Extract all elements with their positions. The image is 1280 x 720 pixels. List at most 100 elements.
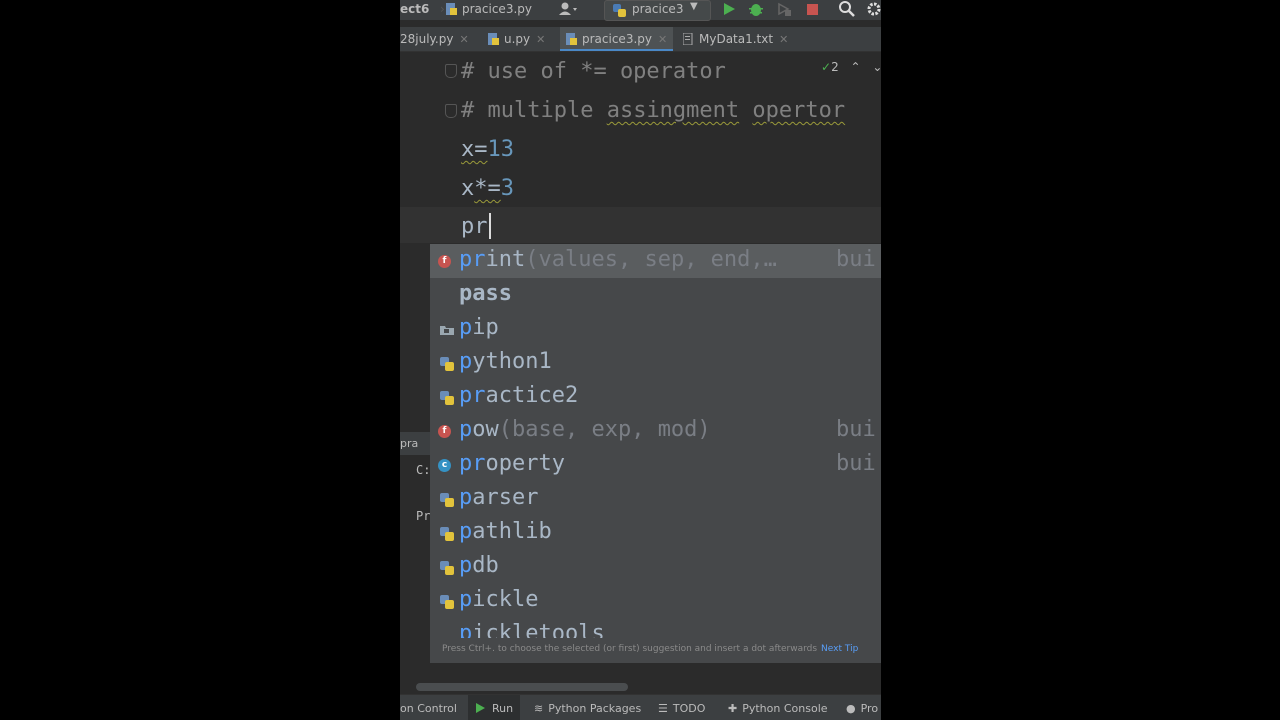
class-icon: c	[438, 459, 451, 472]
python-console-label: Python Console	[742, 702, 828, 715]
hint-text: Press Ctrl+. to choose the selected (or …	[442, 644, 818, 654]
code-var: x=	[461, 137, 488, 162]
completion-item-pow[interactable]: f pow(base, exp, mod) bui	[430, 414, 881, 448]
python-config-icon	[613, 4, 626, 17]
close-icon[interactable]: ✕	[658, 33, 667, 46]
python-packages-label: Python Packages	[548, 702, 642, 715]
problems-label: Pro	[860, 702, 879, 715]
python-file-icon	[488, 33, 499, 45]
search-icon[interactable]	[838, 0, 856, 21]
debug-icon[interactable]	[748, 0, 764, 21]
python-module-icon	[440, 561, 454, 575]
list-icon: ☰	[658, 702, 668, 715]
package-folder-icon	[440, 326, 454, 335]
python-console-icon: ✚	[728, 702, 738, 715]
completion-item-pdb[interactable]: pdb	[430, 550, 881, 584]
completion-label: property	[459, 451, 565, 476]
run-icon	[476, 703, 485, 713]
gear-icon[interactable]	[866, 0, 881, 21]
completion-item-pass[interactable]: pass	[430, 278, 881, 312]
completion-label: pathlib	[459, 519, 552, 544]
close-icon[interactable]: ✕	[459, 33, 468, 46]
coverage-icon[interactable]	[776, 0, 792, 21]
completion-source: bui	[836, 417, 876, 442]
code-completion-popup: f print(values, sep, end,… bui pass pip …	[430, 244, 881, 663]
python-module-icon	[440, 527, 454, 541]
completion-label: parser	[459, 485, 539, 510]
completion-label: pass	[459, 281, 512, 306]
text-caret	[489, 213, 491, 239]
run-icon[interactable]	[722, 0, 736, 21]
breadcrumb-file[interactable]: pracice3.py	[446, 2, 532, 16]
breadcrumb-separator: ›	[440, 2, 445, 16]
completion-item-practice2[interactable]: practice2	[430, 380, 881, 414]
completion-label: pdb	[459, 553, 499, 578]
code-line-3: x=13	[461, 137, 514, 162]
close-icon[interactable]: ✕	[779, 33, 788, 46]
completion-label: print(values, sep, end,…	[459, 247, 777, 272]
user-icon[interactable]	[558, 2, 578, 19]
inspection-count: 2	[831, 60, 839, 74]
tab-label: u.py	[504, 32, 531, 46]
tab-mydata1[interactable]: MyData1.txt ✕	[683, 27, 788, 51]
tab-u[interactable]: u.py ✕	[488, 27, 545, 51]
problems-tab[interactable]: ● Pro	[846, 702, 878, 715]
editor-tabs: 28july.py ✕ u.py ✕ pracice3.py ✕ MyData1.tx…	[400, 27, 881, 52]
stop-icon[interactable]	[805, 0, 819, 21]
project-name[interactable]: ect6	[400, 2, 429, 16]
completion-item-pickle[interactable]: pickle	[430, 584, 881, 618]
fold-marker-icon[interactable]	[445, 104, 457, 118]
code-line-1: # use of *= operator	[461, 59, 726, 84]
run-configuration-selector[interactable]: pracice3 ▼	[604, 0, 711, 21]
completion-label: pickle	[459, 587, 539, 612]
python-file-icon	[566, 33, 577, 45]
run-tool-tab[interactable]: Run	[468, 695, 520, 720]
fold-marker-icon[interactable]	[445, 64, 457, 78]
problems-icon: ●	[846, 702, 856, 715]
tab-label: pracice3.py	[582, 32, 652, 46]
completion-item-pickletools[interactable]: pickletools	[430, 618, 881, 638]
code-number: 3	[500, 176, 514, 201]
tab-label: MyData1.txt	[699, 32, 774, 46]
completion-label: pip	[459, 315, 499, 340]
next-tip-link[interactable]: Next Tip	[821, 644, 858, 654]
inspection-widget[interactable]: ✓2 ⌃ ⌄	[821, 60, 881, 74]
completion-item-pip[interactable]: pip	[430, 312, 881, 346]
python-console-tab[interactable]: ✚ Python Console	[728, 702, 828, 715]
run-tool-label: Run	[492, 702, 514, 715]
text-file-icon	[683, 33, 693, 45]
completion-source: bui	[836, 247, 876, 272]
version-control-tab[interactable]: on Control	[400, 702, 457, 715]
tool-window-bar: on Control Run ≋ Python Packages ☰ TODO ✚ P…	[400, 694, 881, 720]
completion-item-python1[interactable]: python1	[430, 346, 881, 380]
completion-source: bui	[836, 451, 876, 476]
todo-tab[interactable]: ☰ TODO	[658, 702, 705, 715]
completion-item-pathlib[interactable]: pathlib	[430, 516, 881, 550]
check-icon: ✓	[821, 60, 832, 74]
completion-item-property[interactable]: c property bui	[430, 448, 881, 482]
function-icon: f	[438, 425, 451, 438]
chevron-down-icon[interactable]: ⌄	[872, 60, 881, 74]
tab-pracice3[interactable]: pracice3.py ✕	[560, 27, 674, 51]
python-packages-tab[interactable]: ≋ Python Packages	[534, 702, 641, 715]
close-icon[interactable]: ✕	[536, 33, 545, 46]
completion-label: python1	[459, 349, 552, 374]
tab-label: 28july.py	[400, 32, 454, 46]
run-tab-label[interactable]: pra	[400, 437, 418, 450]
horizontal-scrollbar[interactable]	[416, 683, 628, 691]
main-toolbar: ect6 › pracice3.py pracice3 ▼	[400, 0, 881, 21]
completion-label: pickletools	[459, 621, 605, 638]
completion-label: practice2	[459, 383, 579, 408]
completion-item-parser[interactable]: parser	[430, 482, 881, 516]
function-icon: f	[438, 255, 451, 268]
chevron-up-icon[interactable]: ⌃	[851, 60, 861, 74]
python-module-icon	[440, 493, 454, 507]
run-output-line: C:	[416, 463, 431, 477]
breadcrumb-file-label: pracice3.py	[462, 2, 532, 16]
code-line-2: # multiple assingment opertor	[461, 98, 845, 123]
completion-item-print[interactable]: f print(values, sep, end,… bui	[430, 244, 881, 278]
tab-28july[interactable]: 28july.py ✕	[400, 27, 469, 51]
code-var: x	[461, 176, 475, 201]
python-module-icon	[440, 391, 454, 405]
code-operator: *=	[474, 176, 501, 201]
